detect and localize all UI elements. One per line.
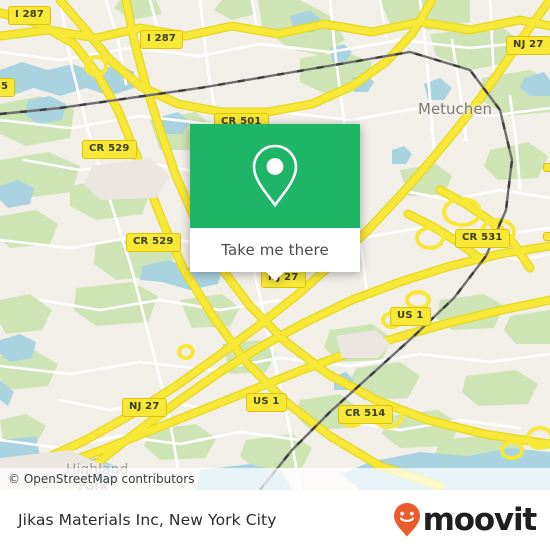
highway-shield[interactable]: I 287 <box>8 6 52 25</box>
take-me-there-label: Take me there <box>221 241 329 259</box>
popup-pointer <box>265 271 285 281</box>
highway-shield[interactable]: 5 <box>0 78 16 97</box>
highway-shield[interactable]: CR 529 <box>82 140 137 159</box>
moovit-smiling-pin-icon <box>393 503 420 537</box>
map-screenshot: I 287 I 287 NJ 27 CR 501 5 CR 529 CR 529… <box>0 0 550 550</box>
popup-action-row[interactable]: Take me there <box>190 228 360 272</box>
highway-shield[interactable]: CR 531 <box>455 229 510 248</box>
map-attribution: © OpenStreetMap contributors <box>0 468 550 490</box>
location-popup-card[interactable]: Take me there <box>190 124 360 281</box>
attribution-text: © OpenStreetMap contributors <box>8 472 195 486</box>
highway-shield-partial[interactable] <box>543 163 550 172</box>
moovit-logo[interactable]: moovit <box>392 501 538 538</box>
place-label-metuchen: Metuchen <box>418 100 493 118</box>
highway-shield-partial[interactable] <box>543 232 550 241</box>
popup-header <box>190 124 360 228</box>
highway-shield[interactable]: CR 529 <box>126 233 181 252</box>
highway-shield[interactable]: US 1 <box>246 393 287 412</box>
footer-bar: Jikas Materials Inc, New York City moovi… <box>0 490 550 550</box>
highway-shield[interactable]: NJ 27 <box>122 398 167 417</box>
moovit-wordmark: moovit <box>422 501 538 538</box>
highway-shield[interactable]: US 1 <box>390 307 431 326</box>
map-canvas[interactable]: I 287 I 287 NJ 27 CR 501 5 CR 529 CR 529… <box>0 0 550 490</box>
map-pin-icon <box>252 144 298 208</box>
location-title: Jikas Materials Inc, New York City <box>18 511 277 529</box>
highway-shield[interactable]: I 287 <box>140 30 184 49</box>
highway-shield[interactable]: NJ 27 <box>506 36 550 55</box>
highway-shield[interactable]: CR 514 <box>338 405 393 424</box>
